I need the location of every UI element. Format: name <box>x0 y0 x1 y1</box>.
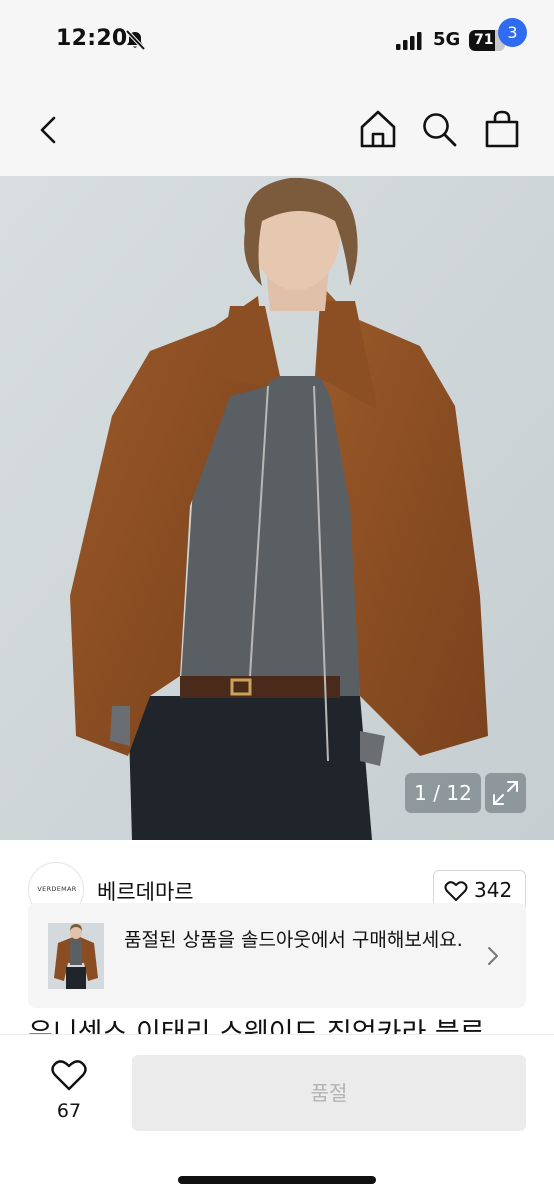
image-counter: 1 / 12 <box>405 773 481 813</box>
network-label: 5G <box>433 29 461 50</box>
bell-slash-icon <box>125 29 146 51</box>
expand-icon <box>493 781 518 805</box>
chevron-left-icon[interactable] <box>34 110 64 150</box>
shopping-bag-icon[interactable] <box>482 108 522 150</box>
soldout-button[interactable]: 품절 <box>132 1055 526 1131</box>
product-photo[interactable] <box>0 176 554 840</box>
status-bar: 12:20 5G 71 <box>0 0 554 84</box>
chevron-right-icon <box>488 947 498 965</box>
seller-logo-text: VERDEMAR <box>37 885 77 893</box>
product-photo-illustration <box>0 176 554 840</box>
soldout-banner-text: 품절된 상품을 솔드아웃에서 구매해보세요. <box>124 929 463 951</box>
heart-outline-icon <box>444 881 468 901</box>
signal-bars-icon <box>396 32 422 50</box>
like-count: 342 <box>474 878 513 902</box>
search-icon[interactable] <box>420 110 458 148</box>
home-icon[interactable] <box>358 108 398 150</box>
status-time: 12:20 <box>56 26 128 51</box>
wish-count: 67 <box>56 1100 82 1122</box>
expand-button[interactable] <box>485 773 526 813</box>
soldout-thumbnail <box>48 923 104 989</box>
product-title: 유니섹스 이태리 스웨이드 집업카라 블루 <box>28 1018 485 1036</box>
seller-name[interactable]: 베르데마르 <box>97 876 194 906</box>
soldout-banner[interactable]: 품절된 상품을 솔드아웃에서 구매해보세요. <box>28 903 526 1008</box>
home-indicator[interactable] <box>178 1176 376 1184</box>
heart-outline-icon[interactable] <box>50 1058 88 1092</box>
top-nav <box>0 84 554 176</box>
cart-count-badge: 3 <box>498 18 527 47</box>
